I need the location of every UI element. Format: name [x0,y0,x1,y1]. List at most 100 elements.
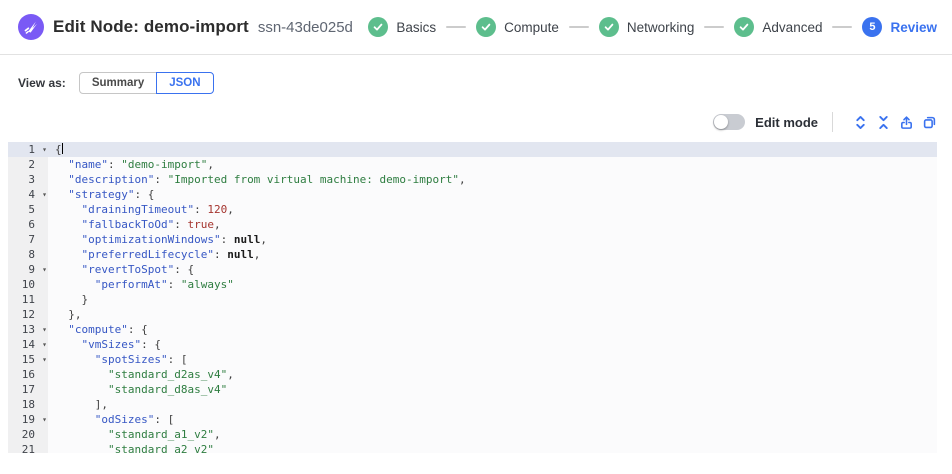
toolbar-divider [832,112,833,132]
collapse-vertical-icon[interactable] [875,114,891,130]
expand-vertical-icon[interactable] [852,114,868,130]
code-line-content: "description": "Imported from virtual ma… [48,172,466,187]
fold-caret-icon[interactable]: ▾ [42,187,47,202]
editor-line[interactable]: 15▾ "spotSizes": [ [8,352,937,367]
view-mode-switcher: Summary JSON [79,72,214,94]
step-networking[interactable]: Networking [599,17,695,37]
editor-line[interactable]: 11 } [8,292,937,307]
spot-logo-icon [18,14,44,40]
editor-line[interactable]: 3 "description": "Imported from virtual … [8,172,937,187]
code-line-content: "standard_d2as_v4", [48,367,234,382]
line-number: 7 [8,232,48,247]
code-line-content: "compute": { [48,322,148,337]
code-line-content: "performAt": "always" [48,277,234,292]
line-number: 17 [8,382,48,397]
step-done-check-icon [599,17,619,37]
line-number: 5 [8,202,48,217]
line-number: 10 [8,277,48,292]
line-number: 14▾ [8,337,48,352]
editor-line[interactable]: 16 "standard_d2as_v4", [8,367,937,382]
editor-line[interactable]: 1▾{ [8,142,937,157]
view-as-label: View as: [18,76,66,90]
step-label: Review [890,20,937,35]
line-number: 3 [8,172,48,187]
line-number: 13▾ [8,322,48,337]
line-number: 19▾ [8,412,48,427]
editor-line[interactable]: 13▾ "compute": { [8,322,937,337]
step-number-badge: 5 [862,17,882,37]
step-review[interactable]: 5 Review [862,17,937,37]
edit-mode-toggle[interactable] [713,114,745,130]
step-label: Advanced [762,20,822,35]
step-done-check-icon [476,17,496,37]
editor-line[interactable]: 12 }, [8,307,937,322]
line-number: 2 [8,157,48,172]
step-connector [569,26,589,28]
copy-icon[interactable] [921,114,937,130]
editor-line[interactable]: 20 "standard_a1_v2", [8,427,937,442]
editor-line[interactable]: 7 "optimizationWindows": null, [8,232,937,247]
editor-line[interactable]: 18 ], [8,397,937,412]
editor-line[interactable]: 14▾ "vmSizes": { [8,337,937,352]
line-number: 16 [8,367,48,382]
step-compute[interactable]: Compute [476,17,559,37]
code-line-content: "optimizationWindows": null, [48,232,267,247]
line-number: 6 [8,217,48,232]
line-number: 15▾ [8,352,48,367]
editor-line[interactable]: 21 "standard_a2_v2" [8,442,937,453]
code-line-content: "standard_a1_v2", [48,427,221,442]
code-line-content: { [48,142,63,157]
code-line-content: } [48,292,88,307]
fold-caret-icon[interactable]: ▾ [42,337,47,352]
line-number: 18 [8,397,48,412]
json-editor[interactable]: 1▾{2 "name": "demo-import",3 "descriptio… [8,142,937,453]
code-line-content: "spotSizes": [ [48,352,187,367]
step-advanced[interactable]: Advanced [734,17,822,37]
wizard-stepper: Basics Compute Networking Advanced 5 Review [368,17,937,37]
step-done-check-icon [368,17,388,37]
code-line-content: "fallbackToOd": true, [48,217,221,232]
step-done-check-icon [734,17,754,37]
fold-caret-icon[interactable]: ▾ [42,142,47,157]
line-number: 1▾ [8,142,48,157]
step-label: Networking [627,20,695,35]
step-basics[interactable]: Basics [368,17,436,37]
view-as-row: View as: Summary JSON [18,72,214,94]
code-line-content: "name": "demo-import", [48,157,214,172]
code-line-content: "vmSizes": { [48,337,161,352]
page-title: Edit Node: demo-import [53,17,249,37]
editor-line[interactable]: 9▾ "revertToSpot": { [8,262,937,277]
step-connector [446,26,466,28]
editor-line[interactable]: 5 "drainingTimeout": 120, [8,202,937,217]
editor-line[interactable]: 10 "performAt": "always" [8,277,937,292]
fold-caret-icon[interactable]: ▾ [42,322,47,337]
line-number: 12 [8,307,48,322]
code-line-content: "standard_d8as_v4" [48,382,227,397]
fold-caret-icon[interactable]: ▾ [42,412,47,427]
fold-caret-icon[interactable]: ▾ [42,262,47,277]
code-line-content: "preferredLifecycle": null, [48,247,260,262]
editor-line[interactable]: 4▾ "strategy": { [8,187,937,202]
code-line-content: }, [48,307,82,322]
line-number: 4▾ [8,187,48,202]
code-line-content: "strategy": { [48,187,154,202]
code-line-content: "standard_a2_v2" [48,442,214,453]
editor-line[interactable]: 2 "name": "demo-import", [8,157,937,172]
code-line-content: "odSizes": [ [48,412,174,427]
fold-caret-icon[interactable]: ▾ [42,352,47,367]
export-icon[interactable] [898,114,914,130]
text-cursor [62,143,63,154]
step-connector [832,26,852,28]
view-json-button[interactable]: JSON [156,72,213,94]
view-summary-button[interactable]: Summary [79,72,157,94]
editor-line[interactable]: 19▾ "odSizes": [ [8,412,937,427]
code-line-content: "drainingTimeout": 120, [48,202,234,217]
editor-line[interactable]: 17 "standard_d8as_v4" [8,382,937,397]
code-line-content: ], [48,397,108,412]
line-number: 11 [8,292,48,307]
editor-line[interactable]: 8 "preferredLifecycle": null, [8,247,937,262]
step-connector [704,26,724,28]
editor-line[interactable]: 6 "fallbackToOd": true, [8,217,937,232]
edit-mode-label: Edit mode [755,115,818,130]
line-number: 9▾ [8,262,48,277]
